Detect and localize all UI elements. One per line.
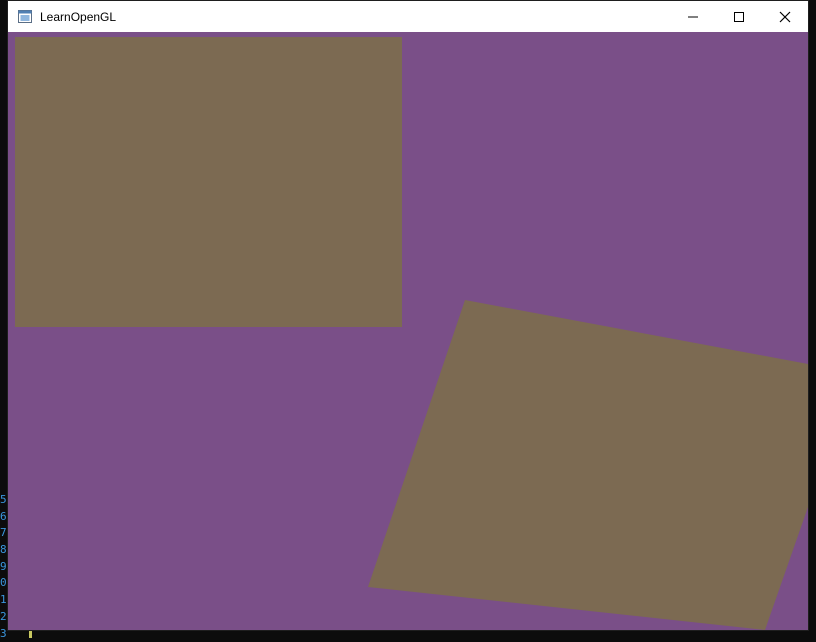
static-quad [15, 37, 402, 327]
maximize-button[interactable] [716, 1, 762, 32]
opengl-app-icon[interactable] [18, 10, 32, 24]
window-title: LearnOpenGL [40, 10, 116, 24]
minimize-button[interactable] [670, 1, 716, 32]
close-icon [779, 11, 791, 23]
minimize-icon [688, 12, 698, 22]
learnopengl-window[interactable]: LearnOpenGL [7, 0, 809, 631]
render-canvas [8, 32, 808, 630]
opengl-viewport[interactable] [8, 32, 808, 630]
maximize-icon [734, 12, 744, 22]
caption-buttons [670, 1, 808, 32]
title-bar[interactable]: LearnOpenGL [8, 1, 808, 32]
close-button[interactable] [762, 1, 808, 32]
